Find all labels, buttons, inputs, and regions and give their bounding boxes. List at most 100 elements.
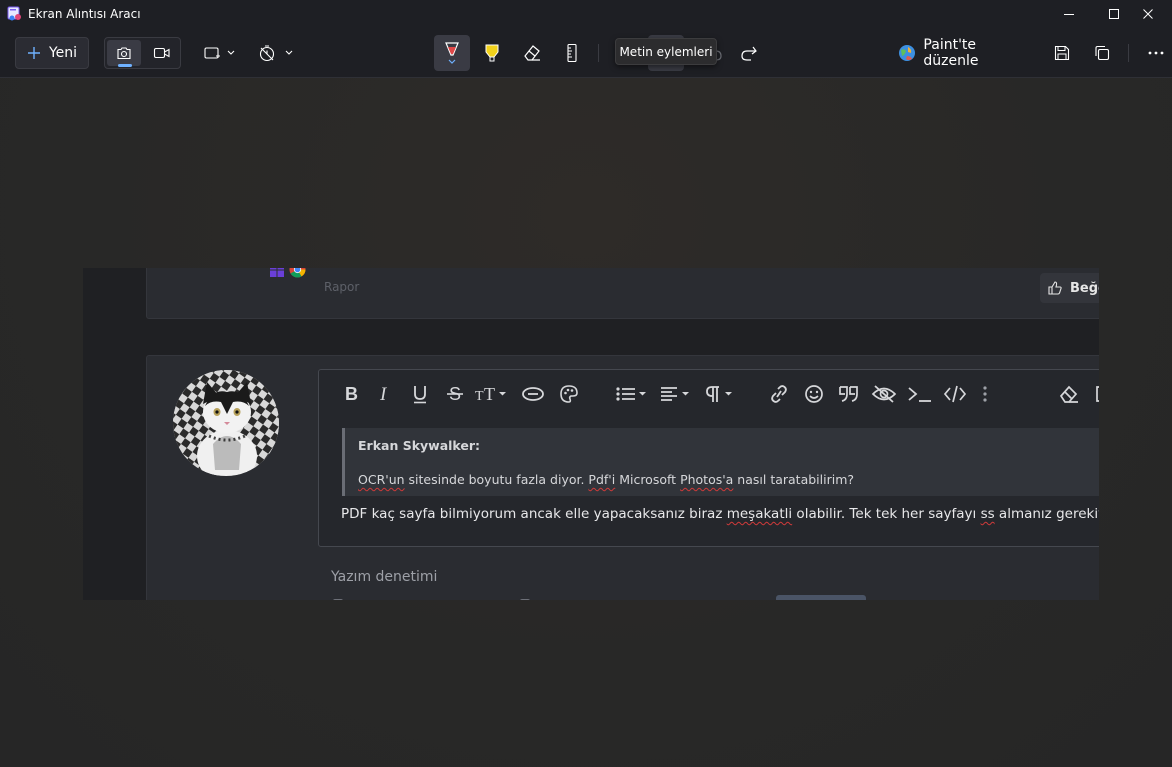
option-checkbox[interactable] — [333, 599, 343, 600]
align-button[interactable] — [659, 384, 693, 404]
toggle-bbcode-button[interactable] — [1094, 384, 1099, 404]
edit-in-paint-label: Paint'te düzenle — [923, 37, 979, 69]
rich-text-editor[interactable]: B I S TT Erkan Skywalker: OCR'un sitesin… — [318, 369, 1099, 547]
highlighter-button[interactable] — [474, 37, 510, 69]
new-snip-label: Yeni — [48, 45, 78, 61]
save-button[interactable] — [1044, 37, 1080, 69]
more-editor-options-button[interactable] — [982, 384, 988, 404]
option-checkbox[interactable] — [520, 599, 530, 600]
title-bar: Ekran Alıntısı Aracı — [0, 0, 1172, 28]
misspelled-word: Photos'a — [680, 472, 734, 487]
minimize-button[interactable] — [1046, 0, 1092, 28]
ruler-icon — [567, 43, 577, 63]
insert-link-button[interactable] — [768, 384, 790, 404]
new-snip-button[interactable]: Yeni — [15, 37, 89, 69]
reply-form-card: B I S TT Erkan Skywalker: OCR'un sitesin… — [146, 355, 1099, 600]
body-text-fragment: PDF kaç sayfa bilmiyorum ancak elle yapa… — [341, 506, 727, 522]
underline-icon — [414, 386, 426, 404]
paint-globe-icon — [899, 45, 915, 61]
close-icon — [1143, 9, 1153, 19]
inline-code-button[interactable] — [907, 384, 933, 404]
emoji-button[interactable] — [804, 384, 824, 404]
inline-code-icon — [908, 387, 931, 402]
ruler-button[interactable] — [554, 37, 590, 69]
bold-button[interactable]: B — [343, 384, 359, 404]
copy-button[interactable] — [1084, 37, 1120, 69]
more-options-icon — [983, 386, 987, 402]
misspelled-word: ss — [980, 506, 995, 522]
code-block-button[interactable] — [944, 384, 966, 404]
list-button[interactable] — [615, 384, 649, 404]
like-button[interactable]: Beğe — [1040, 273, 1099, 303]
editor-body-text[interactable]: PDF kaç sayfa bilmiyorum ancak elle yapa… — [341, 506, 1099, 522]
bold-icon: B — [345, 384, 358, 404]
underline-button[interactable] — [411, 384, 429, 404]
chrome-icon — [289, 268, 306, 278]
snip-shape-dropdown[interactable] — [199, 37, 239, 69]
video-mode-button[interactable] — [145, 40, 179, 66]
redo-icon — [741, 46, 757, 61]
poster-os-icons — [269, 268, 306, 278]
clear-format-icon — [1059, 385, 1078, 403]
save-icon — [1054, 45, 1070, 61]
screenshot-mode-button[interactable] — [107, 40, 141, 67]
minimize-icon — [1064, 14, 1074, 15]
eraser-icon — [524, 45, 540, 61]
link-style-icon — [522, 387, 544, 401]
italic-button[interactable]: I — [378, 384, 392, 404]
palette-icon — [560, 385, 578, 403]
active-indicator — [118, 64, 132, 67]
emoji-icon — [805, 385, 823, 403]
capture-mode-toggle — [104, 37, 181, 69]
ballpoint-pen-button[interactable] — [434, 35, 470, 71]
text-size-icon: TT — [475, 384, 506, 404]
quote-text: OCR'un sitesinde boyutu fazla diyor. Pdf… — [358, 472, 854, 487]
paragraph-icon — [706, 386, 732, 402]
delay-timer-dropdown[interactable] — [254, 37, 296, 69]
misspelled-word: meşakatli — [726, 506, 793, 522]
rectangle-snip-icon — [204, 47, 235, 59]
copy-icon — [1095, 45, 1110, 61]
redo-button[interactable] — [732, 37, 766, 69]
quote-button[interactable] — [837, 384, 861, 404]
snipping-tool-app-icon — [7, 6, 23, 22]
spoiler-button[interactable] — [871, 384, 897, 404]
windows-icon — [270, 268, 284, 277]
align-icon — [661, 387, 689, 401]
link-style-button[interactable] — [521, 384, 545, 404]
misspelled-word: Pdf'i — [588, 472, 616, 487]
strikethrough-button[interactable]: S — [446, 384, 464, 404]
palette-button[interactable] — [559, 384, 579, 404]
spoiler-icon — [871, 385, 897, 403]
clear-format-button[interactable] — [1059, 384, 1079, 404]
text-actions-tooltip: Metin eylemleri — [615, 38, 717, 65]
submit-button[interactable] — [776, 595, 866, 600]
quote-author: Erkan Skywalker: — [358, 438, 481, 453]
edit-in-paint-button[interactable]: Paint'te düzenle — [898, 37, 1032, 69]
spellcheck-label: Yazım denetimi — [331, 569, 438, 585]
svg-text:T: T — [475, 389, 484, 404]
svg-text:T: T — [484, 384, 495, 404]
quote-text-fragment: sitesinde boyutu fazla diyor. — [404, 472, 589, 487]
main-toolbar: Yeni Paint'te düzenle Metin eylemleri — [0, 28, 1172, 78]
more-options-button[interactable] — [1139, 37, 1172, 69]
strikethrough-icon: S — [447, 384, 463, 404]
toolbar-separator — [1128, 44, 1129, 62]
more-icon — [1148, 51, 1164, 55]
italic-icon: I — [379, 384, 388, 404]
quote-text-fragment: nasıl taratabilirim? — [733, 472, 855, 487]
ballpoint-pen-icon — [445, 42, 459, 64]
paragraph-button[interactable] — [704, 384, 736, 404]
text-size-button[interactable]: TT — [474, 384, 508, 404]
captured-screenshot[interactable]: Rapor Beğe — [83, 268, 1099, 600]
timer-icon — [259, 45, 293, 62]
misspelled-word: OCR'un — [358, 472, 405, 487]
code-icon — [944, 385, 966, 403]
camera-icon — [117, 47, 131, 60]
close-button[interactable] — [1125, 0, 1171, 28]
svg-text:B: B — [345, 384, 358, 404]
eraser-button[interactable] — [514, 37, 550, 69]
thumbs-up-icon — [1048, 281, 1062, 295]
window-title: Ekran Alıntısı Aracı — [28, 7, 141, 21]
report-link[interactable]: Rapor — [324, 280, 359, 294]
